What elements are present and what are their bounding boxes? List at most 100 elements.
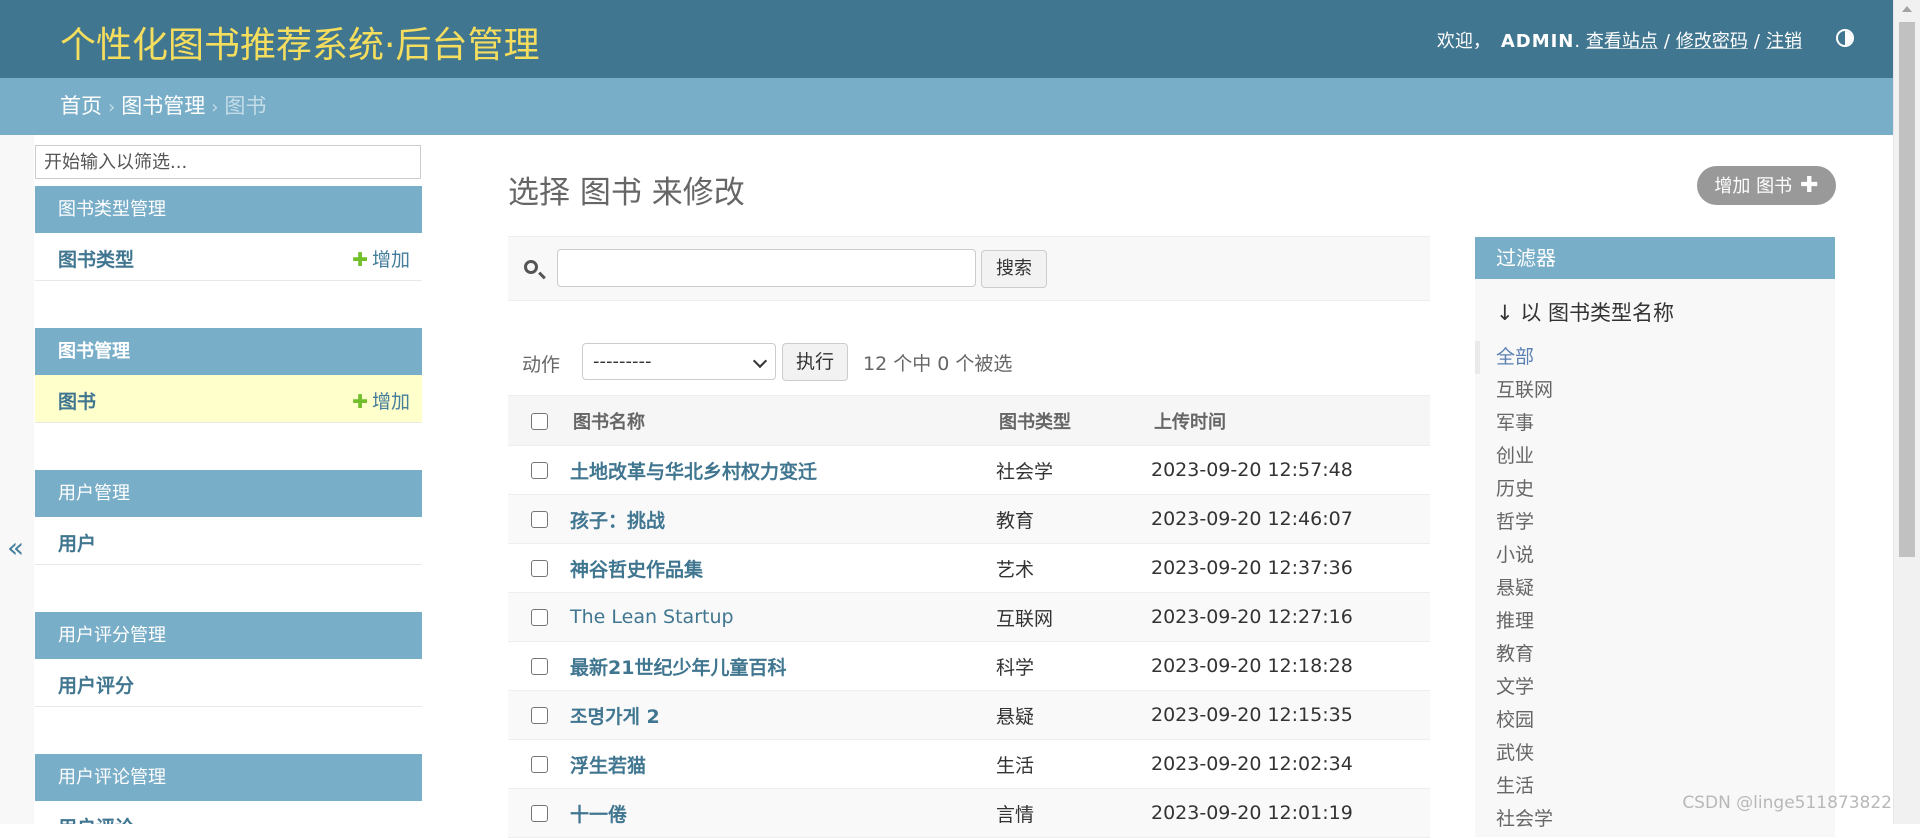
sidebar-filter-input[interactable] [35,145,421,179]
table-row: 浮生若猫 生活 2023-09-20 12:02:34 [508,740,1430,789]
upload-time-cell: 2023-09-20 12:27:16 [1151,606,1353,628]
module-user-rating: 用户评分管理 用户评分 [35,612,422,707]
column-header-type[interactable]: 图书类型 [996,396,1151,446]
filter-option[interactable]: 军事 [1475,407,1835,440]
sidebar-item-user-rating[interactable]: 用户评分 [35,659,422,707]
row-checkbox[interactable] [530,658,548,675]
filter-option[interactable]: 武侠 [1475,737,1835,770]
book-type-cell: 生活 [996,754,1035,777]
sidebar-item-label[interactable]: 图书 [58,387,96,414]
double-chevron-left-icon: « [7,531,25,564]
filter-option[interactable]: 校园 [1475,704,1835,737]
add-link[interactable]: ✚ 增加 [352,245,410,272]
module-book-type: 图书类型管理 图书类型 ✚ 增加 [35,186,422,281]
column-header-name[interactable]: 图书名称 [570,396,996,446]
row-checkbox[interactable] [530,609,548,626]
row-checkbox[interactable] [530,560,548,577]
row-checkbox[interactable] [530,511,548,528]
breadcrumb-home[interactable]: 首页 [60,94,102,118]
book-name-link[interactable]: 浮生若猫 [570,755,646,777]
sidebar-item-label[interactable]: 用户评分 [58,671,134,698]
action-select[interactable]: --------- [582,343,776,380]
site-title[interactable]: 个性化图书推荐系统·后台管理 [60,16,539,68]
filter-panel: 过滤器 ↓ 以 图书类型名称 全部 互联网 军事 创业 历史 哲学 小说 悬疑 … [1475,237,1835,837]
filter-title: 过滤器 [1475,237,1835,279]
watermark: CSDN @linge511873822 [1682,793,1892,813]
module-caption[interactable]: 图书管理 [35,328,422,375]
run-action-button[interactable]: 执行 [782,343,848,381]
filter-heading[interactable]: ↓ 以 图书类型名称 [1496,297,1674,327]
book-type-cell: 互联网 [996,607,1054,630]
scrollbar-thumb[interactable] [1899,22,1915,557]
page-title: 选择 图书 来修改 [508,175,745,211]
filter-option[interactable]: 推理 [1475,605,1835,638]
sidebar-item-book-type[interactable]: 图书类型 ✚ 增加 [35,233,422,281]
filter-list: 全部 互联网 军事 创业 历史 哲学 小说 悬疑 推理 教育 文学 校园 武侠 … [1475,341,1835,836]
select-all-checkbox[interactable] [530,412,548,430]
module-caption[interactable]: 用户评论管理 [35,754,422,801]
sidebar-item-user-comment[interactable]: 用户评论 [35,801,422,824]
filter-option[interactable]: 互联网 [1475,374,1835,407]
sidebar-item-label[interactable]: 用户 [58,529,96,556]
filter-option-all[interactable]: 全部 [1475,341,1835,374]
row-checkbox[interactable] [530,462,548,479]
change-password-link[interactable]: 修改密码 [1676,31,1748,52]
filter-option[interactable]: 小说 [1475,539,1835,572]
book-name-link[interactable]: 土地改革与华北乡村权力变迁 [570,461,817,483]
breadcrumb-app[interactable]: 图书管理 [121,94,205,118]
book-name-link[interactable]: 最新21世纪少年儿童百科 [570,657,786,679]
sidebar-collapse-button[interactable]: « [0,135,34,824]
logout-link[interactable]: 注销 [1766,31,1802,52]
row-checkbox[interactable] [530,756,548,773]
breadcrumb-separator: › [211,97,219,118]
module-caption[interactable]: 图书类型管理 [35,186,422,233]
add-book-label: 增加 图书 [1714,176,1793,197]
add-book-button[interactable]: 增加 图书 ✚ [1697,166,1836,205]
username: ADMIN [1500,31,1575,52]
scroll-up-arrow-icon[interactable] [1902,6,1912,12]
page-scrollbar[interactable] [1893,0,1920,824]
column-header-time[interactable]: 上传时间 [1151,396,1430,446]
module-caption[interactable]: 用户评分管理 [35,612,422,659]
search-input[interactable] [557,249,976,287]
book-name-link[interactable]: 조명가게 2 [570,706,660,728]
breadcrumb-current: 图书 [224,94,267,118]
search-button[interactable]: 搜索 [981,250,1047,288]
theme-toggle-icon[interactable] [1836,29,1854,47]
upload-time-cell: 2023-09-20 12:57:48 [1151,459,1353,481]
add-label: 增加 [371,249,410,271]
username-suffix: . [1574,31,1581,52]
filter-option[interactable]: 文学 [1475,671,1835,704]
filter-option[interactable]: 悬疑 [1475,572,1835,605]
view-site-link[interactable]: 查看站点 [1586,31,1658,52]
add-link[interactable]: ✚ 增加 [352,387,410,414]
separator: / [1663,31,1670,52]
breadcrumb-separator: › [108,97,116,118]
filter-option[interactable]: 教育 [1475,638,1835,671]
table-row: 十一倦 言情 2023-09-20 12:01:19 [508,788,1430,838]
upload-time-cell: 2023-09-20 12:37:36 [1151,557,1353,579]
table-row: 神谷哲史作品集 艺术 2023-09-20 12:37:36 [508,544,1430,593]
filter-option[interactable]: 创业 [1475,440,1835,473]
sidebar-item-user[interactable]: 用户 [35,517,422,565]
sidebar-item-book[interactable]: 图书 ✚ 增加 [35,375,422,423]
book-name-link[interactable]: 十一倦 [570,804,627,826]
sidebar-item-label[interactable]: 图书类型 [58,245,134,272]
table-row: 最新21世纪少年儿童百科 科学 2023-09-20 12:18:28 [508,642,1430,691]
book-name-link[interactable]: 神谷哲史作品集 [570,559,703,581]
filter-option[interactable]: 历史 [1475,473,1835,506]
module-caption[interactable]: 用户管理 [35,470,422,517]
book-type-cell: 艺术 [996,558,1035,581]
sidebar-item-label[interactable]: 用户评论 [58,813,134,824]
select-all-cell [508,396,570,446]
book-name-link[interactable]: The Lean Startup [570,606,734,628]
upload-time-cell: 2023-09-20 12:46:07 [1151,508,1353,530]
filter-option[interactable]: 哲学 [1475,506,1835,539]
row-checkbox[interactable] [530,707,548,724]
breadcrumb: 首页 › 图书管理 › 图书 [0,78,1894,135]
book-name-link[interactable]: 孩子：挑战 [570,510,665,532]
result-table: 图书名称 图书类型 上传时间 土地改革与华北乡村权力变迁 社会学 2023-09… [508,395,1430,838]
module-user-comment: 用户评论管理 用户评论 [35,754,422,824]
row-checkbox[interactable] [530,805,548,822]
book-type-cell: 科学 [996,656,1035,679]
